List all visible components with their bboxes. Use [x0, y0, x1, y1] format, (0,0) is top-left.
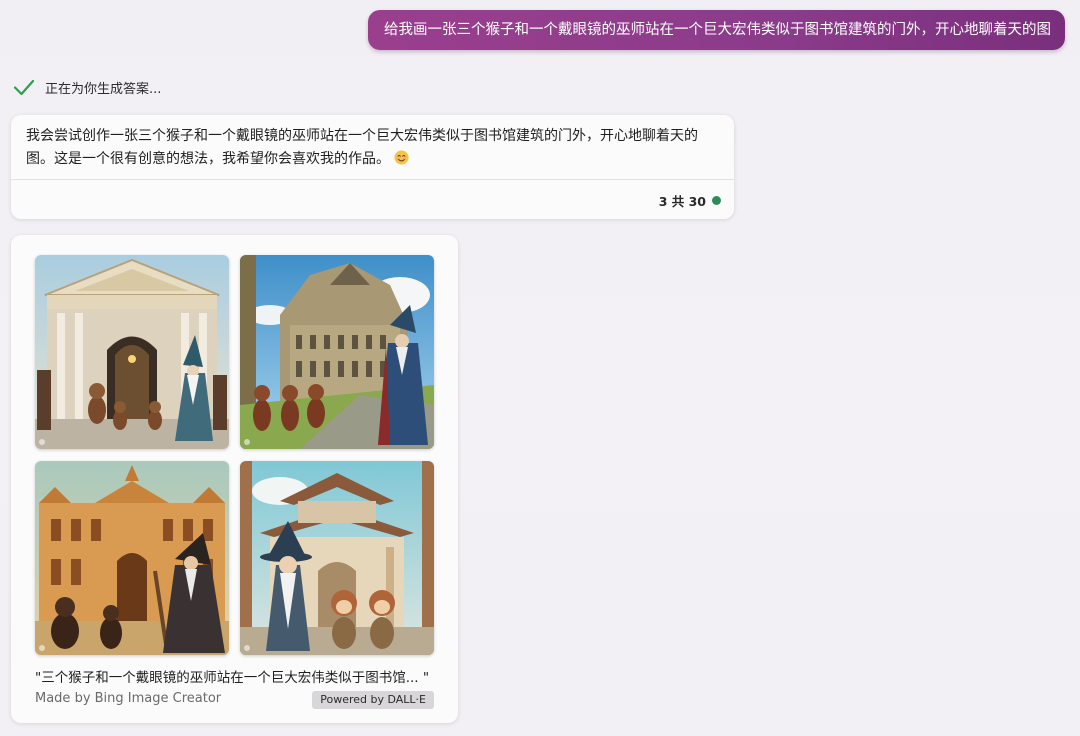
powered-by-dalle-badge: Powered by DALL·E	[312, 691, 434, 709]
card-divider	[11, 179, 734, 180]
turn-counter-text: 3 共 30	[658, 194, 706, 209]
generated-image-4[interactable]	[240, 461, 434, 655]
smiling-face-emoji-icon	[394, 150, 409, 165]
library-scene-image	[35, 255, 229, 449]
golden-palace-scene-image	[35, 461, 229, 655]
made-by-bing-image-creator-link[interactable]: Made by Bing Image Creator	[35, 691, 221, 706]
image-badge-icon	[39, 439, 45, 445]
turn-counter: 3 共 30	[659, 191, 721, 210]
bot-message: 我会尝试创作一张三个猴子和一个戴眼镜的巫师站在一个巨大宏伟类似于图书馆建筑的门外…	[26, 125, 720, 171]
image-response-card: "三个猴子和一个戴眼镜的巫师站在一个巨大宏伟类似于图书馆... " Made b…	[11, 235, 458, 723]
bot-response-card: 我会尝试创作一张三个猴子和一个戴眼镜的巫师站在一个巨大宏伟类似于图书馆建筑的门外…	[11, 115, 734, 219]
pagoda-gate-scene-image	[240, 461, 434, 655]
image-badge-icon	[244, 645, 250, 651]
image-caption: "三个猴子和一个戴眼镜的巫师站在一个巨大宏伟类似于图书馆... "	[35, 670, 430, 686]
user-message-bubble: 给我画一张三个猴子和一个戴眼镜的巫师站在一个巨大宏伟类似于图书馆建筑的门外，开心…	[368, 10, 1065, 50]
image-badge-icon	[244, 439, 250, 445]
user-message-text: 给我画一张三个猴子和一个戴眼镜的巫师站在一个巨大宏伟类似于图书馆建筑的门外，开心…	[384, 22, 1051, 38]
generated-image-2[interactable]	[240, 255, 434, 449]
check-icon	[13, 79, 35, 96]
palace-scene-image	[240, 255, 434, 449]
status-text: 正在为你生成答案...	[45, 81, 162, 97]
bot-message-text: 我会尝试创作一张三个猴子和一个戴眼镜的巫师站在一个巨大宏伟类似于图书馆建筑的门外…	[26, 128, 698, 167]
generating-status: 正在为你生成答案...	[13, 76, 161, 98]
generated-image-3[interactable]	[35, 461, 229, 655]
image-badge-icon	[39, 645, 45, 651]
generated-image-1[interactable]	[35, 255, 229, 449]
status-dot-icon	[712, 196, 721, 205]
